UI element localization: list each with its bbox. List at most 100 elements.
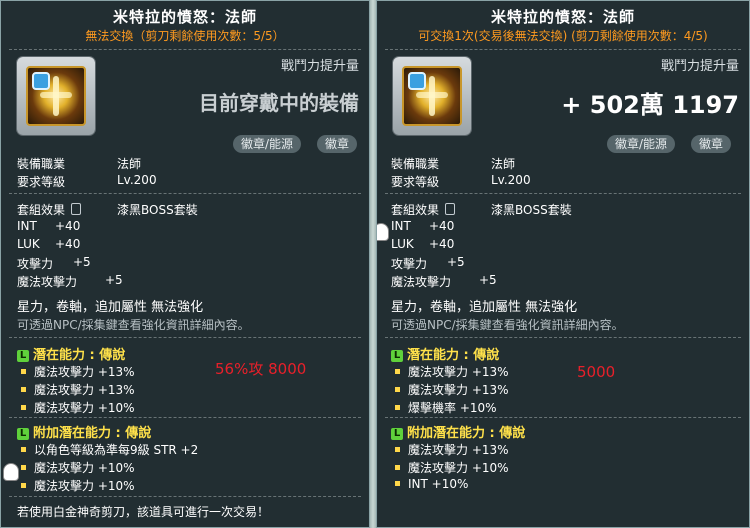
bullet-icon — [395, 447, 400, 452]
set-label: 套組效果 — [17, 201, 82, 218]
divider — [385, 49, 741, 50]
handwritten-note: 56%攻 8000 — [215, 360, 307, 378]
stat-name: 魔法攻擊力 — [17, 275, 78, 289]
tag-emblem-energy: 徽章/能源 — [233, 135, 302, 153]
level-label: 要求等級 — [17, 175, 66, 189]
level-label: 要求等級 — [391, 175, 440, 189]
tag-emblem: 徽章 — [317, 135, 358, 153]
potential-line: 魔法攻擊力 +13% — [21, 381, 135, 398]
power-label: 戰鬥力提升量 — [660, 59, 739, 74]
stat-name: 攻擊力 — [17, 257, 54, 271]
item-tooltip-right: 米特拉的憤怒：法師 可交換1次(交易後無法交換) (剪刀剩餘使用次數：4/5) … — [376, 0, 750, 528]
divider — [385, 337, 741, 338]
job-value: 法師 — [491, 157, 516, 171]
job-label: 裝備職業 — [17, 157, 66, 171]
stat-value: +40 — [55, 219, 81, 233]
stat-name: 魔法攻擊力 — [391, 275, 452, 289]
bonus-potential-header: L 附加潛在能力 : 傳說 — [391, 422, 525, 441]
tradeable-badge-icon — [32, 72, 50, 90]
stat-value: +40 — [429, 237, 455, 251]
stat-name: LUK — [17, 237, 40, 251]
power-value: 目前穿戴中的裝備 — [199, 91, 359, 115]
hand-cursor-icon — [3, 463, 19, 481]
enhance-info: 可透過NPC/採集鍵查看強化資訊詳細內容。 — [17, 318, 250, 332]
power-value: + 502萬 1197 — [561, 91, 739, 119]
potential-header: L 潛在能力 : 傳說 — [391, 344, 499, 363]
legendary-rank-icon: L — [17, 428, 29, 440]
divider — [385, 193, 741, 194]
level-value: Lv.200 — [117, 173, 157, 187]
bonus-line: 魔法攻擊力 +10% — [395, 459, 509, 476]
stat-value: +5 — [73, 255, 91, 269]
potential-header: L 潛在能力 : 傳說 — [17, 344, 125, 363]
bullet-icon — [21, 447, 26, 452]
legendary-rank-icon: L — [391, 350, 403, 362]
bullet-icon — [395, 481, 400, 486]
bullet-icon — [395, 405, 400, 410]
set-info-icon[interactable] — [445, 203, 456, 215]
stat-value: +5 — [447, 255, 465, 269]
job-label: 裝備職業 — [391, 157, 440, 171]
bonus-line: INT +10% — [395, 477, 468, 491]
set-value: 漆黑BOSS套裝 — [491, 203, 572, 217]
job-value: 法師 — [117, 157, 142, 171]
potential-line: 魔法攻擊力 +13% — [395, 363, 509, 380]
bullet-icon — [21, 483, 26, 488]
divider — [9, 49, 361, 50]
bullet-icon — [395, 387, 400, 392]
bullet-icon — [21, 465, 26, 470]
item-title: 米特拉的憤怒：法師 — [112, 8, 257, 26]
enhance-info: 可透過NPC/採集鍵查看強化資訊詳細內容。 — [391, 318, 624, 332]
potential-line: 魔法攻擊力 +13% — [395, 381, 509, 398]
power-label: 戰鬥力提升量 — [280, 59, 359, 74]
divider — [9, 193, 361, 194]
stat-name: INT — [17, 219, 37, 233]
stat-value: +5 — [105, 273, 123, 287]
stat-value: +40 — [55, 237, 81, 251]
potential-line: 魔法攻擊力 +10% — [21, 399, 135, 416]
set-label: 套組效果 — [391, 201, 456, 218]
trade-status: 可交換1次(交易後無法交換) (剪刀剩餘使用次數：4/5) — [418, 29, 708, 43]
set-info-icon[interactable] — [71, 203, 82, 215]
hand-cursor-icon — [377, 223, 389, 241]
level-value: Lv.200 — [491, 173, 531, 187]
item-icon — [17, 57, 95, 135]
bullet-icon — [21, 405, 26, 410]
bullet-icon — [21, 387, 26, 392]
potential-line: 魔法攻擊力 +13% — [21, 363, 135, 380]
enhance-flags: 星力，卷軸，追加屬性 無法強化 — [391, 300, 578, 315]
item-title: 米特拉的憤怒：法師 — [490, 8, 635, 26]
stat-value: +5 — [479, 273, 497, 287]
emblem-icon — [402, 66, 462, 126]
item-icon — [393, 57, 471, 135]
enhance-flags: 星力，卷軸，追加屬性 無法強化 — [17, 300, 204, 315]
stat-value: +40 — [429, 219, 455, 233]
tag-emblem: 徽章 — [691, 135, 732, 153]
stat-name: LUK — [391, 237, 414, 251]
legendary-rank-icon: L — [17, 350, 29, 362]
potential-line: 爆擊機率 +10% — [395, 399, 497, 416]
bonus-line: 以角色等級為準每9級 STR +2 — [21, 441, 198, 458]
bonus-line: 魔法攻擊力 +13% — [395, 441, 509, 458]
stat-name: 攻擊力 — [391, 257, 428, 271]
emblem-icon — [26, 66, 86, 126]
bonus-line: 魔法攻擊力 +10% — [21, 477, 135, 494]
tag-emblem-energy: 徽章/能源 — [607, 135, 676, 153]
divider — [9, 496, 361, 497]
item-tooltip-left: 米特拉的憤怒：法師 無法交換（剪刀剩餘使用次數：5/5） 戰鬥力提升量 目前穿戴… — [0, 0, 370, 528]
bullet-icon — [21, 369, 26, 374]
bullet-icon — [395, 465, 400, 470]
bonus-potential-header: L 附加潛在能力 : 傳說 — [17, 422, 151, 441]
scissors-note: 若使用白金神奇剪刀，該道具可進行一次交易！ — [17, 505, 270, 519]
set-value: 漆黑BOSS套裝 — [117, 203, 198, 217]
bonus-line: 魔法攻擊力 +10% — [21, 459, 135, 476]
stat-name: INT — [391, 219, 411, 233]
divider — [9, 417, 361, 418]
legendary-rank-icon: L — [391, 428, 403, 440]
handwritten-note: 5000 — [577, 363, 616, 381]
bullet-icon — [395, 369, 400, 374]
tradeable-badge-icon — [408, 72, 426, 90]
divider — [385, 417, 741, 418]
trade-status: 無法交換（剪刀剩餘使用次數：5/5） — [85, 29, 285, 43]
divider — [9, 337, 361, 338]
